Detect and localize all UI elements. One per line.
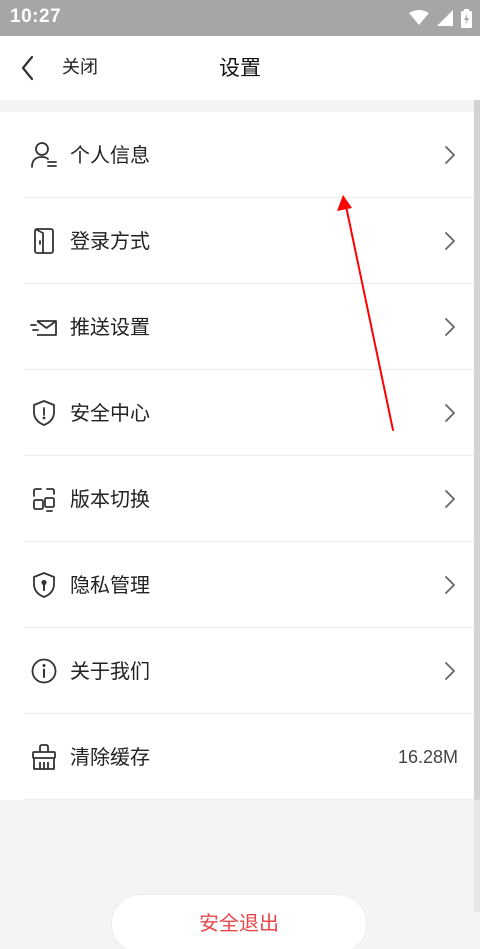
settings-list: 个人信息 登录方式 推送设置 安全中心 版本切换 隐私管理 关于我们 清除缓存 … [0, 112, 474, 800]
settings-item-label: 个人信息 [70, 143, 150, 167]
switch-version-icon [33, 488, 55, 512]
settings-item-push-settings[interactable]: 推送设置 [0, 284, 474, 370]
chevron-right-icon [445, 490, 455, 508]
divider [24, 799, 474, 800]
settings-item-label: 清除缓存 [70, 745, 150, 769]
chevron-right-icon [445, 318, 455, 336]
settings-item-label: 登录方式 [70, 229, 150, 253]
settings-item-clear-cache[interactable]: 清除缓存 16.28M [0, 714, 474, 800]
cellular-signal-icon [437, 10, 453, 26]
chevron-right-icon [445, 576, 455, 594]
cache-size-value: 16.28M [397, 747, 458, 767]
settings-item-about-us[interactable]: 关于我们 [0, 628, 474, 714]
settings-item-label: 隐私管理 [70, 573, 150, 597]
chevron-right-icon [445, 146, 455, 164]
chevron-right-icon [445, 662, 455, 680]
send-envelope-icon [30, 320, 57, 336]
settings-item-label: 推送设置 [70, 315, 150, 339]
settings-item-login-method[interactable]: 登录方式 [0, 198, 474, 284]
user-profile-icon [31, 142, 57, 168]
settings-item-privacy-management[interactable]: 隐私管理 [0, 542, 474, 628]
status-bar: 10:27 [0, 0, 480, 36]
broom-icon [32, 744, 56, 770]
settings-item-label: 版本切换 [70, 487, 150, 511]
page-title: 设置 [219, 56, 261, 80]
chevron-right-icon [445, 404, 455, 422]
settings-item-security-center[interactable]: 安全中心 [0, 370, 474, 456]
settings-screen: 10:27 关闭 设置 个人信息 登录方式 推送设置 安全中心 版本切换 隐私管… [0, 0, 480, 949]
settings-item-label: 安全中心 [70, 401, 150, 425]
settings-item-personal-info[interactable]: 个人信息 [0, 112, 474, 198]
chevron-right-icon [445, 232, 455, 250]
wifi-icon [409, 10, 429, 25]
info-icon [31, 658, 57, 684]
top-app-bar: 关闭 设置 [0, 36, 480, 100]
battery-charging-icon [461, 8, 472, 28]
status-icons [409, 8, 472, 28]
status-time: 10:27 [10, 6, 62, 27]
logout-button[interactable]: 安全退出 [111, 894, 367, 949]
settings-item-label: 关于我们 [70, 659, 150, 683]
door-icon [34, 228, 54, 254]
shield-icon [33, 400, 55, 426]
privacy-shield-icon [33, 572, 55, 598]
scrollbar-thumb[interactable] [474, 100, 480, 800]
settings-item-version-switch[interactable]: 版本切换 [0, 456, 474, 542]
